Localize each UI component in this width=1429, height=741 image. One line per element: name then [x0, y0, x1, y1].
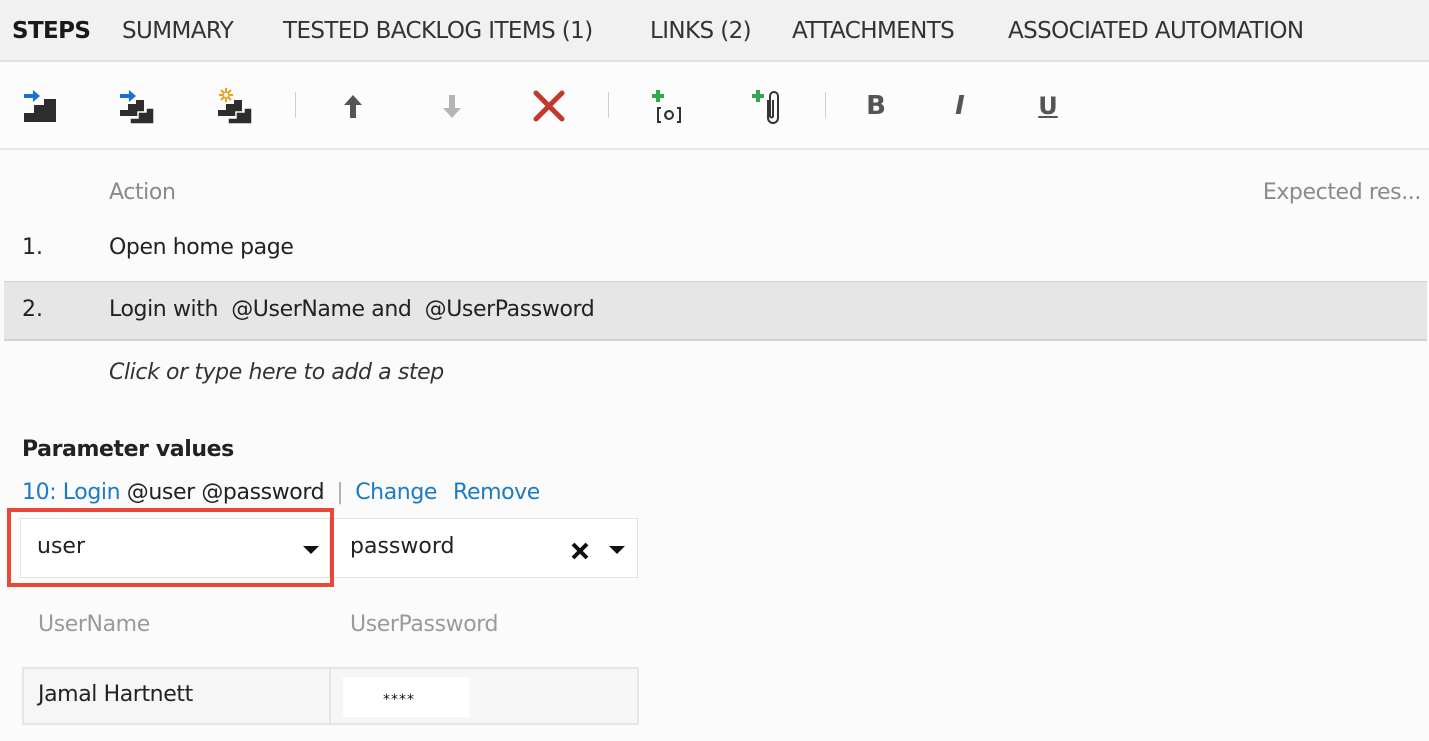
- insert-shared-steps-icon: [120, 90, 155, 125]
- step-action: Login with @UserName and @UserPassword: [109, 297, 595, 322]
- separator: |: [336, 480, 344, 505]
- step-row-selected[interactable]: 2. Login with @UserName and @UserPasswor…: [4, 281, 1427, 341]
- add-step-placeholder[interactable]: Click or type here to add a step: [109, 360, 444, 385]
- shared-parameter-names: @user @password: [120, 480, 325, 505]
- delete-step-button[interactable]: [527, 84, 571, 128]
- parameter-values-title: Parameter values: [22, 437, 234, 462]
- user-mapping-dropdown[interactable]: user: [20, 518, 330, 578]
- insert-parameter-icon: [652, 90, 681, 123]
- parameter-cell-username[interactable]: Jamal Hartnett: [22, 667, 331, 725]
- parameter-column-header: UserName: [38, 612, 150, 637]
- shared-parameter-link[interactable]: 10: Login: [22, 480, 121, 505]
- underline-button[interactable]: U: [1026, 84, 1070, 128]
- tab-links[interactable]: LINKS (2): [650, 18, 752, 44]
- chevron-down-icon[interactable]: [303, 546, 319, 554]
- toolbar-separator: [825, 92, 826, 118]
- insert-step-icon: [24, 90, 56, 122]
- add-attachment-button[interactable]: [745, 84, 789, 128]
- step-number: 1.: [22, 235, 43, 260]
- add-attachment-icon: [752, 90, 779, 124]
- remove-link[interactable]: Remove: [453, 480, 540, 505]
- tab-attachments[interactable]: ATTACHMENTS: [792, 18, 955, 44]
- parameter-column-header: UserPassword: [350, 612, 499, 637]
- masked-password: ****: [383, 692, 415, 708]
- clear-icon[interactable]: [570, 541, 590, 561]
- step-action: Open home page: [109, 235, 294, 260]
- italic-icon: I: [955, 91, 965, 121]
- step-row[interactable]: 1. Open home page: [4, 218, 1427, 278]
- delete-x-icon: [533, 90, 565, 122]
- action-column-header: Action: [109, 180, 176, 205]
- tab-summary[interactable]: SUMMARY: [122, 18, 234, 44]
- italic-button[interactable]: I: [938, 84, 982, 128]
- tab-associated-automation[interactable]: ASSOCIATED AUTOMATION: [1008, 18, 1304, 44]
- create-shared-steps-button[interactable]: [212, 84, 256, 128]
- dropdown-value: user: [37, 534, 85, 559]
- insert-shared-steps-button[interactable]: [114, 84, 158, 128]
- toolbar-separator: [295, 92, 296, 118]
- toolbar-separator: [608, 92, 609, 118]
- arrow-up-icon: [344, 95, 362, 118]
- password-mapping-dropdown[interactable]: password: [333, 518, 638, 578]
- dropdown-value: password: [350, 534, 455, 559]
- expected-result-column-header: Expected res...: [1262, 180, 1422, 205]
- insert-parameter-button[interactable]: [645, 84, 689, 128]
- tab-tested-backlog-items[interactable]: TESTED BACKLOG ITEMS (1): [283, 18, 593, 44]
- create-shared-steps-icon: [218, 88, 253, 125]
- underline-icon: U: [1038, 92, 1058, 120]
- password-input[interactable]: ****: [343, 677, 469, 717]
- move-step-up-button[interactable]: [331, 84, 375, 128]
- tab-steps[interactable]: STEPS: [12, 18, 91, 44]
- change-link[interactable]: Change: [355, 480, 437, 505]
- cell-value: Jamal Hartnett: [38, 682, 193, 707]
- insert-step-button[interactable]: [18, 84, 62, 128]
- arrow-down-icon: [443, 95, 461, 118]
- step-number: 2.: [22, 297, 43, 322]
- chevron-down-icon[interactable]: [609, 546, 625, 554]
- parameter-cell-password[interactable]: ****: [329, 667, 639, 725]
- shared-parameter-line: 10: Login @user @password | Change Remove: [22, 480, 540, 505]
- tab-bar: STEPS SUMMARY TESTED BACKLOG ITEMS (1) L…: [0, 0, 1429, 62]
- bold-icon: B: [866, 91, 886, 121]
- steps-toolbar: B I U: [0, 62, 1429, 150]
- move-step-down-button[interactable]: [430, 84, 474, 128]
- bold-button[interactable]: B: [854, 84, 898, 128]
